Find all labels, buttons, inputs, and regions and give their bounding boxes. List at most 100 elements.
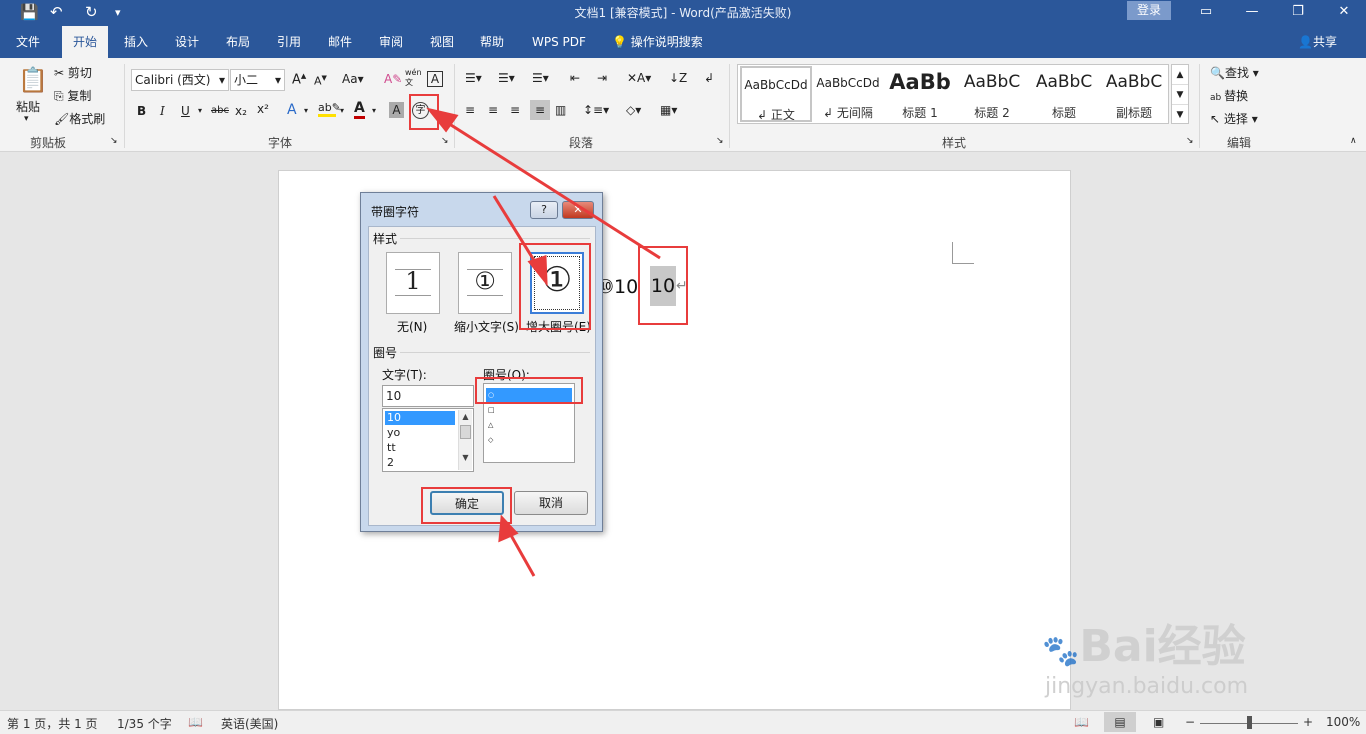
list-item[interactable]: tt [385, 441, 455, 455]
paste-icon[interactable]: 📋 [18, 66, 48, 94]
more-styles-icon[interactable]: ▼ [1172, 105, 1188, 125]
help-button[interactable]: ? [530, 201, 558, 219]
tab-references[interactable]: 引用 [273, 26, 305, 58]
numbering-icon[interactable]: ☰▾ [498, 71, 515, 85]
tab-insert[interactable]: 插入 [120, 26, 152, 58]
style-normal[interactable]: AaBbCcDd ↲ 正文 [740, 66, 812, 122]
character-shading-icon[interactable]: A [389, 102, 404, 118]
align-right-icon[interactable]: ≡ [510, 103, 520, 117]
line-spacing-icon[interactable]: ↕≡▾ [583, 103, 609, 117]
select-button[interactable]: ↖ 选择 ▾ [1210, 110, 1258, 127]
list-item[interactable]: yo [385, 426, 455, 440]
align-center-icon[interactable]: ≡ [488, 103, 498, 117]
format-painter-button[interactable]: 🖌格式刷 [54, 110, 105, 127]
character-border-icon[interactable]: A [427, 71, 443, 87]
distributed-icon[interactable]: ▥ [555, 103, 566, 117]
chevron-down-icon[interactable]: ▼ [1172, 85, 1188, 105]
print-layout-icon[interactable]: ▤ [1104, 712, 1136, 732]
change-case-icon[interactable]: Aa▾ [342, 72, 364, 86]
tab-home[interactable]: 开始 [62, 26, 108, 58]
font-size-combo[interactable]: 小二 ▾ [230, 69, 285, 91]
decrease-indent-icon[interactable]: ⇤ [570, 71, 580, 85]
tell-me-search[interactable]: 💡 操作说明搜索 [612, 26, 703, 58]
style-option-shrink-text[interactable]: ① [458, 252, 512, 314]
tab-file[interactable]: 文件 [12, 26, 44, 58]
style-heading-1[interactable]: AaBb 标题 1 [884, 66, 956, 122]
page-count[interactable]: 第 1 页，共 1 页 [7, 715, 98, 732]
replace-button[interactable]: ab 替换 [1210, 87, 1248, 104]
paste-dropdown-icon[interactable]: ▾ [24, 114, 29, 124]
paragraph-launcher-icon[interactable]: ↘ [716, 136, 724, 146]
font-color-dropdown-icon[interactable]: ▾ [372, 106, 376, 115]
chinese-layout-icon[interactable]: ✕A▾ [627, 71, 651, 85]
restore-button[interactable]: ❐ [1278, 2, 1318, 22]
italic-button[interactable]: I [160, 104, 165, 118]
tab-help[interactable]: 帮助 [476, 26, 508, 58]
tab-view[interactable]: 视图 [426, 26, 458, 58]
style-subtitle[interactable]: AaBbC 副标题 [1098, 66, 1170, 122]
underline-dropdown-icon[interactable]: ▾ [198, 106, 202, 115]
tab-review[interactable]: 审阅 [375, 26, 407, 58]
find-button[interactable]: 🔍查找 ▾ [1210, 64, 1259, 81]
cancel-button[interactable]: 取消 [514, 491, 588, 515]
collapse-ribbon-icon[interactable]: ∧ [1350, 136, 1357, 146]
increase-indent-icon[interactable]: ⇥ [597, 71, 607, 85]
zoom-level[interactable]: 100% [1326, 715, 1360, 729]
scroll-thumb[interactable] [460, 425, 471, 439]
tab-mailings[interactable]: 邮件 [324, 26, 356, 58]
font-color-icon[interactable]: A [354, 100, 365, 119]
font-launcher-icon[interactable]: ↘ [441, 136, 449, 146]
web-layout-icon[interactable]: ▣ [1153, 715, 1164, 729]
list-item[interactable]: □ [486, 403, 556, 417]
zoom-slider-thumb[interactable] [1247, 716, 1252, 729]
underline-button[interactable]: U [181, 104, 190, 118]
zoom-in-icon[interactable]: + [1303, 715, 1313, 729]
style-option-none[interactable]: 1 [386, 252, 440, 314]
shading-icon[interactable]: ◇▾ [626, 103, 641, 117]
document-preview-text[interactable]: ⑩10 [597, 276, 638, 298]
text-listbox[interactable]: 10 yo tt 2 ▲ ▼ [382, 408, 474, 472]
shrink-font-icon[interactable]: A▼ [314, 74, 327, 88]
paste-button[interactable]: 粘贴 [16, 98, 40, 115]
bullets-icon[interactable]: ☰▾ [465, 71, 482, 85]
sort-icon[interactable]: ↓Z [669, 71, 687, 85]
multilevel-list-icon[interactable]: ☰▾ [532, 71, 549, 85]
list-item[interactable]: 10 [385, 411, 455, 425]
zoom-out-icon[interactable]: − [1185, 715, 1195, 729]
scroll-down-icon[interactable]: ▼ [459, 451, 472, 464]
read-mode-icon[interactable]: 📖 [1074, 715, 1089, 729]
list-item[interactable]: 2 [385, 456, 455, 470]
login-button[interactable]: 登录 [1127, 1, 1171, 20]
list-item[interactable]: ◇ [486, 433, 556, 447]
show-marks-icon[interactable]: ↲ [704, 71, 714, 85]
proofing-icon[interactable]: 📖 [188, 715, 203, 729]
scrollbar[interactable]: ▲ ▼ [458, 410, 472, 470]
phonetic-guide-icon[interactable]: wén 文 [405, 68, 422, 88]
highlight-icon[interactable]: ab✎ [318, 101, 341, 117]
text-effects-icon[interactable]: A [287, 102, 297, 118]
strikethrough-button[interactable]: abc [211, 105, 229, 116]
cut-button[interactable]: ✂ 剪切 [54, 64, 92, 81]
subscript-button[interactable]: x₂ [235, 104, 247, 118]
chevron-up-icon[interactable]: ▲ [1172, 65, 1188, 85]
list-item[interactable]: △ [486, 418, 556, 432]
grow-font-icon[interactable]: A▲ [292, 72, 306, 87]
highlight-dropdown-icon[interactable]: ▾ [340, 106, 344, 115]
clipboard-launcher-icon[interactable]: ↘ [110, 136, 118, 146]
copy-button[interactable]: ⎘ 复制 [54, 87, 91, 104]
clear-formatting-icon[interactable]: A✎ [384, 72, 402, 86]
text-input[interactable]: 10 [382, 385, 474, 407]
tab-layout[interactable]: 布局 [222, 26, 254, 58]
close-button[interactable]: ✕ [1324, 2, 1364, 22]
minimize-button[interactable]: — [1232, 2, 1272, 22]
superscript-button[interactable]: x² [257, 102, 269, 116]
tab-design[interactable]: 设计 [171, 26, 203, 58]
scroll-up-icon[interactable]: ▲ [459, 410, 472, 423]
style-no-spacing[interactable]: AaBbCcDd ↲ 无间隔 [812, 66, 884, 122]
text-effects-dropdown-icon[interactable]: ▾ [304, 106, 308, 115]
language[interactable]: 英语(美国) [221, 715, 278, 732]
borders-icon[interactable]: ▦▾ [660, 103, 677, 117]
style-heading-2[interactable]: AaBbC 标题 2 [956, 66, 1028, 122]
font-name-combo[interactable]: Calibri (西文) ▾ [131, 69, 229, 91]
style-title[interactable]: AaBbC 标题 [1028, 66, 1100, 122]
